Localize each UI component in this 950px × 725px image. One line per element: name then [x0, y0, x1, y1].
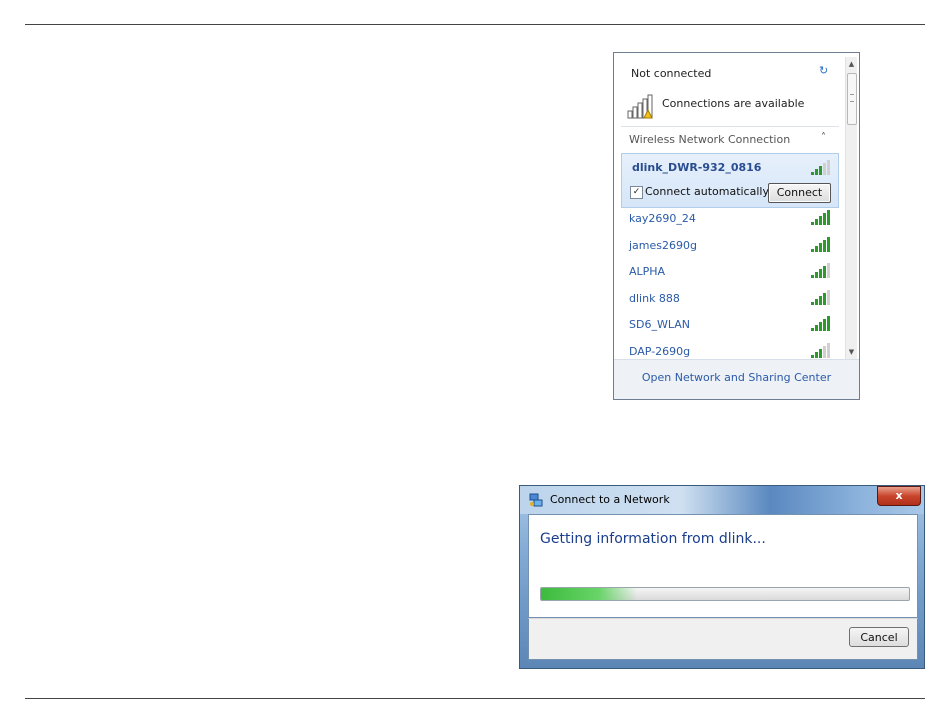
signal-bar: [815, 169, 818, 175]
signal-bar: [811, 328, 814, 331]
signal-bar: [815, 352, 818, 358]
connect-dialog: Connect to a Network x Getting informati…: [519, 485, 925, 669]
network-item[interactable]: DAP-2690g: [629, 345, 690, 358]
signal-bar: [811, 302, 814, 305]
signal-strength-icon: [811, 210, 830, 225]
signal-bar: [811, 355, 814, 358]
network-item[interactable]: dlink 888: [629, 292, 680, 305]
signal-bar: [827, 160, 830, 175]
signal-bar: [823, 163, 826, 175]
flyout-footer: Open Network and Sharing Center: [614, 359, 859, 399]
selected-network-panel[interactable]: dlink_DWR-932_0816 ✓ Connect automatical…: [621, 153, 839, 208]
signal-bar: [823, 213, 826, 225]
collapse-chevron-icon[interactable]: ˄: [821, 132, 826, 143]
connect-automatically-label: Connect automatically: [645, 185, 769, 198]
signal-strength-icon: [811, 343, 830, 358]
signal-bar: [827, 210, 830, 225]
dialog-title: Connect to a Network: [550, 493, 670, 506]
scrollbar[interactable]: ▲ ▼: [845, 57, 857, 361]
signal-bar: [819, 166, 822, 175]
dialog-message: Getting information from dlink...: [540, 531, 766, 547]
signal-bar: [819, 296, 822, 305]
progress-fill: [541, 588, 637, 600]
availability-text: Connections are available: [662, 97, 805, 110]
network-item[interactable]: james2690g: [629, 239, 697, 252]
signal-bar: [815, 272, 818, 278]
signal-bar: [823, 240, 826, 252]
network-item[interactable]: SD6_WLAN: [629, 318, 690, 331]
cancel-button[interactable]: Cancel: [849, 627, 909, 647]
signal-bar: [827, 343, 830, 358]
scroll-thumb[interactable]: [847, 73, 857, 125]
signal-bar: [827, 290, 830, 305]
dialog-titlebar[interactable]: Connect to a Network x: [520, 486, 924, 514]
progress-bar: [540, 587, 910, 601]
refresh-icon[interactable]: ↻: [819, 64, 828, 77]
signal-strength-icon: [811, 290, 830, 305]
connection-status: Not connected: [631, 67, 712, 80]
signal-bar: [823, 293, 826, 305]
scroll-up-icon[interactable]: ▲: [847, 59, 856, 69]
signal-bar: [827, 263, 830, 278]
connect-button[interactable]: Connect: [768, 183, 831, 203]
signal-bar: [823, 266, 826, 278]
signal-bar: [815, 246, 818, 252]
signal-bar: [819, 243, 822, 252]
signal-bar: [819, 269, 822, 278]
signal-bar: [823, 319, 826, 331]
signal-bar: [819, 216, 822, 225]
signal-strength-icon: [811, 237, 830, 252]
signal-strength-icon: [811, 316, 830, 331]
signal-bar: [819, 349, 822, 358]
signal-bar: [815, 219, 818, 225]
signal-bar: [819, 322, 822, 331]
signal-bar: [811, 249, 814, 252]
dialog-footer: Cancel: [528, 618, 918, 660]
signal-strength-icon: [811, 263, 830, 278]
close-button[interactable]: x: [877, 486, 921, 506]
network-item[interactable]: kay2690_24: [629, 212, 696, 225]
signal-bar: [811, 275, 814, 278]
signal-bar: [823, 346, 826, 358]
connect-automatically-checkbox[interactable]: ✓: [630, 186, 643, 199]
signal-warning-icon: [627, 94, 653, 119]
network-item[interactable]: ALPHA: [629, 265, 665, 278]
signal-bar: [811, 222, 814, 225]
section-header: Wireless Network Connection: [629, 133, 791, 146]
signal-bar: [815, 299, 818, 305]
wireless-flyout: Not connected ↻ Connections are availabl…: [613, 52, 860, 400]
top-divider: [25, 24, 925, 25]
dialog-body: Getting information from dlink...: [528, 514, 918, 618]
bottom-divider: [25, 698, 925, 699]
signal-bar: [827, 316, 830, 331]
signal-bar: [811, 172, 814, 175]
signal-bar: [815, 325, 818, 331]
signal-strength-icon: [811, 160, 830, 175]
selected-network-name: dlink_DWR-932_0816: [632, 161, 762, 174]
separator: [621, 126, 839, 127]
scroll-down-icon[interactable]: ▼: [847, 347, 856, 357]
network-sharing-center-link[interactable]: Open Network and Sharing Center: [614, 371, 859, 384]
network-icon: [529, 493, 543, 507]
signal-bar: [827, 237, 830, 252]
